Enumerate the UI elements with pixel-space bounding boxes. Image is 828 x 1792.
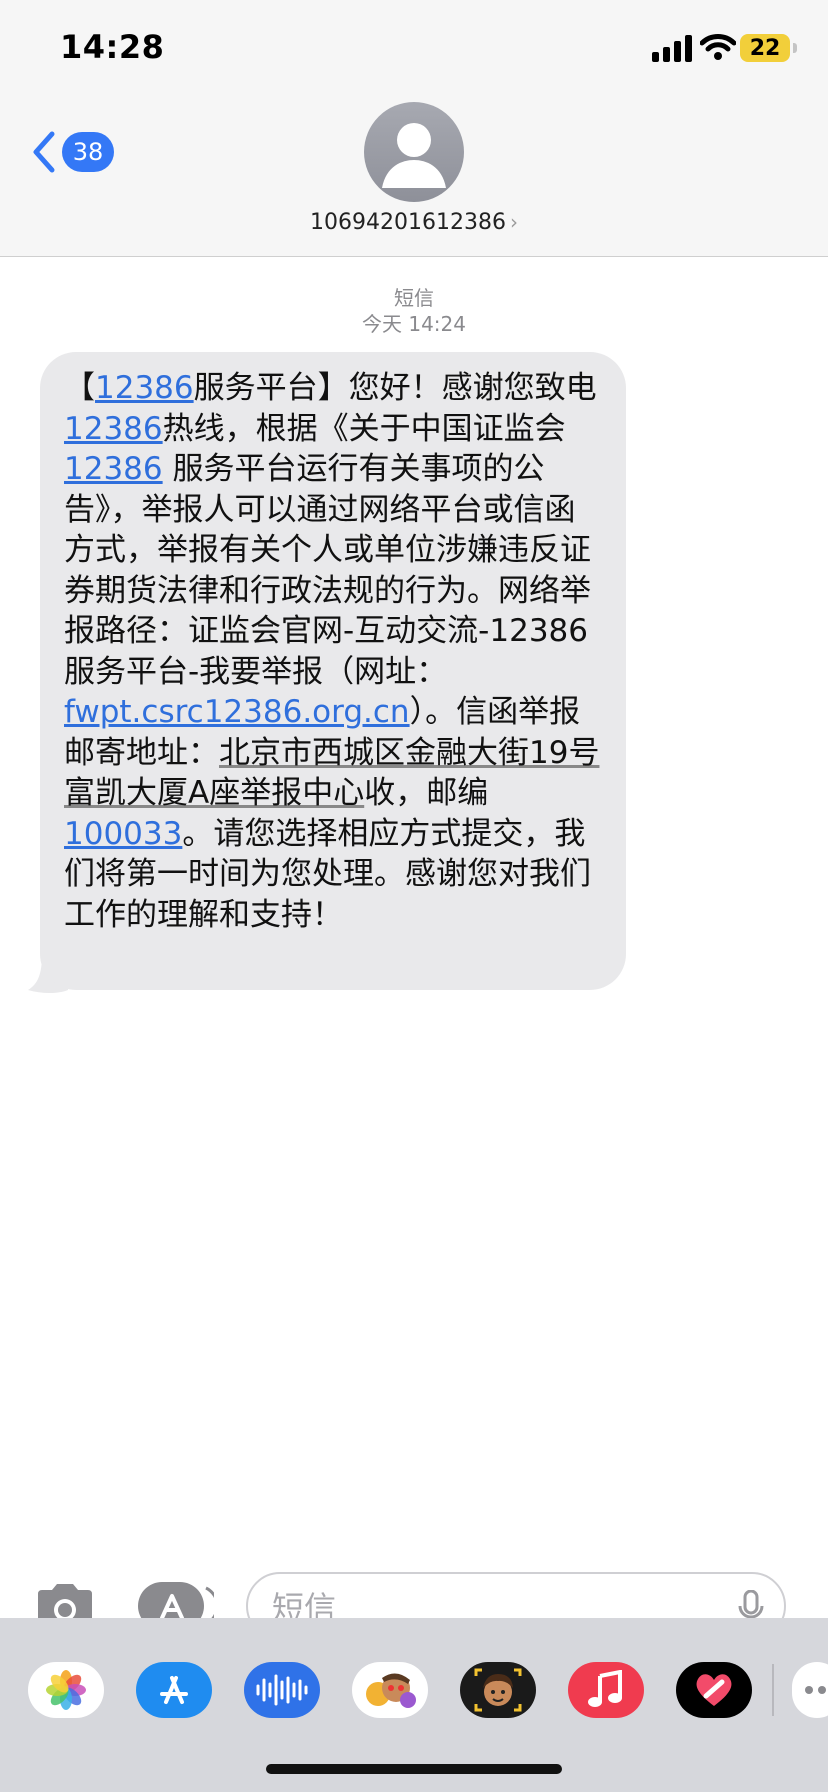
more-dots-icon xyxy=(805,1686,826,1694)
postcode-link[interactable]: 100033 xyxy=(64,816,182,852)
signal-icon xyxy=(652,35,692,62)
home-indicator[interactable] xyxy=(266,1764,562,1774)
status-bar: 14:28 22 xyxy=(0,0,828,100)
back-button[interactable]: 38 xyxy=(30,128,114,176)
contact-number: 10694201612386 xyxy=(310,210,506,235)
message-segment: 服务平台】您好！感谢您致电 xyxy=(193,370,597,406)
message-text: 【12386服务平台】您好！感谢您致电12386热线，根据《关于中国证监会 12… xyxy=(64,368,602,935)
phone-link[interactable]: 12386 xyxy=(64,411,163,447)
message-timestamp: 今天 14:24 xyxy=(362,312,466,336)
digital-touch-heart-icon xyxy=(696,1674,732,1706)
service-label: 短信 xyxy=(394,286,434,310)
message-segment: 收，邮编 xyxy=(364,775,489,811)
photos-flower-icon xyxy=(46,1670,86,1710)
waveform-icon xyxy=(256,1674,308,1706)
battery-tip xyxy=(793,43,797,53)
app-strip-divider xyxy=(772,1664,774,1716)
audio-message-app-icon[interactable] xyxy=(244,1662,320,1718)
message-segment: 【 xyxy=(64,370,95,406)
memoji-stickers-app-icon[interactable] xyxy=(352,1662,428,1718)
message-bubble[interactable]: 【12386服务平台】您好！感谢您致电12386热线，根据《关于中国证监会 12… xyxy=(40,352,626,990)
wifi-icon xyxy=(700,34,736,60)
contact-name[interactable]: 10694201612386 › xyxy=(0,210,828,235)
avatar-silhouette xyxy=(382,123,446,188)
app-store-app-icon[interactable] xyxy=(136,1662,212,1718)
battery-indicator: 22 xyxy=(740,34,790,62)
phone-link[interactable]: 12386 xyxy=(64,451,163,487)
phone-link[interactable]: 12386 xyxy=(95,370,194,406)
unread-count-badge: 38 xyxy=(62,132,114,172)
more-apps-icon[interactable] xyxy=(792,1662,828,1718)
contact-chevron-icon: › xyxy=(509,210,518,234)
memoji-stickers-glyph xyxy=(366,1673,416,1708)
url-link[interactable]: fwpt.csrc12386.org.cn xyxy=(64,694,410,730)
memoji-glyph xyxy=(474,1668,522,1712)
avatar-icon[interactable] xyxy=(364,102,464,202)
music-note-icon xyxy=(588,1670,622,1707)
message-segment: 热线，根据《关于中国证监会 xyxy=(162,410,566,447)
app-store-glyph xyxy=(160,1676,188,1704)
digital-touch-app-icon[interactable] xyxy=(676,1662,752,1718)
photos-app-icon[interactable] xyxy=(28,1662,104,1718)
status-time: 14:28 xyxy=(60,28,165,66)
conversation-header: 38 10694201612386 › xyxy=(0,100,828,257)
memoji-app-icon[interactable] xyxy=(460,1662,536,1718)
music-app-icon[interactable] xyxy=(568,1662,644,1718)
back-chevron-icon xyxy=(33,131,55,173)
